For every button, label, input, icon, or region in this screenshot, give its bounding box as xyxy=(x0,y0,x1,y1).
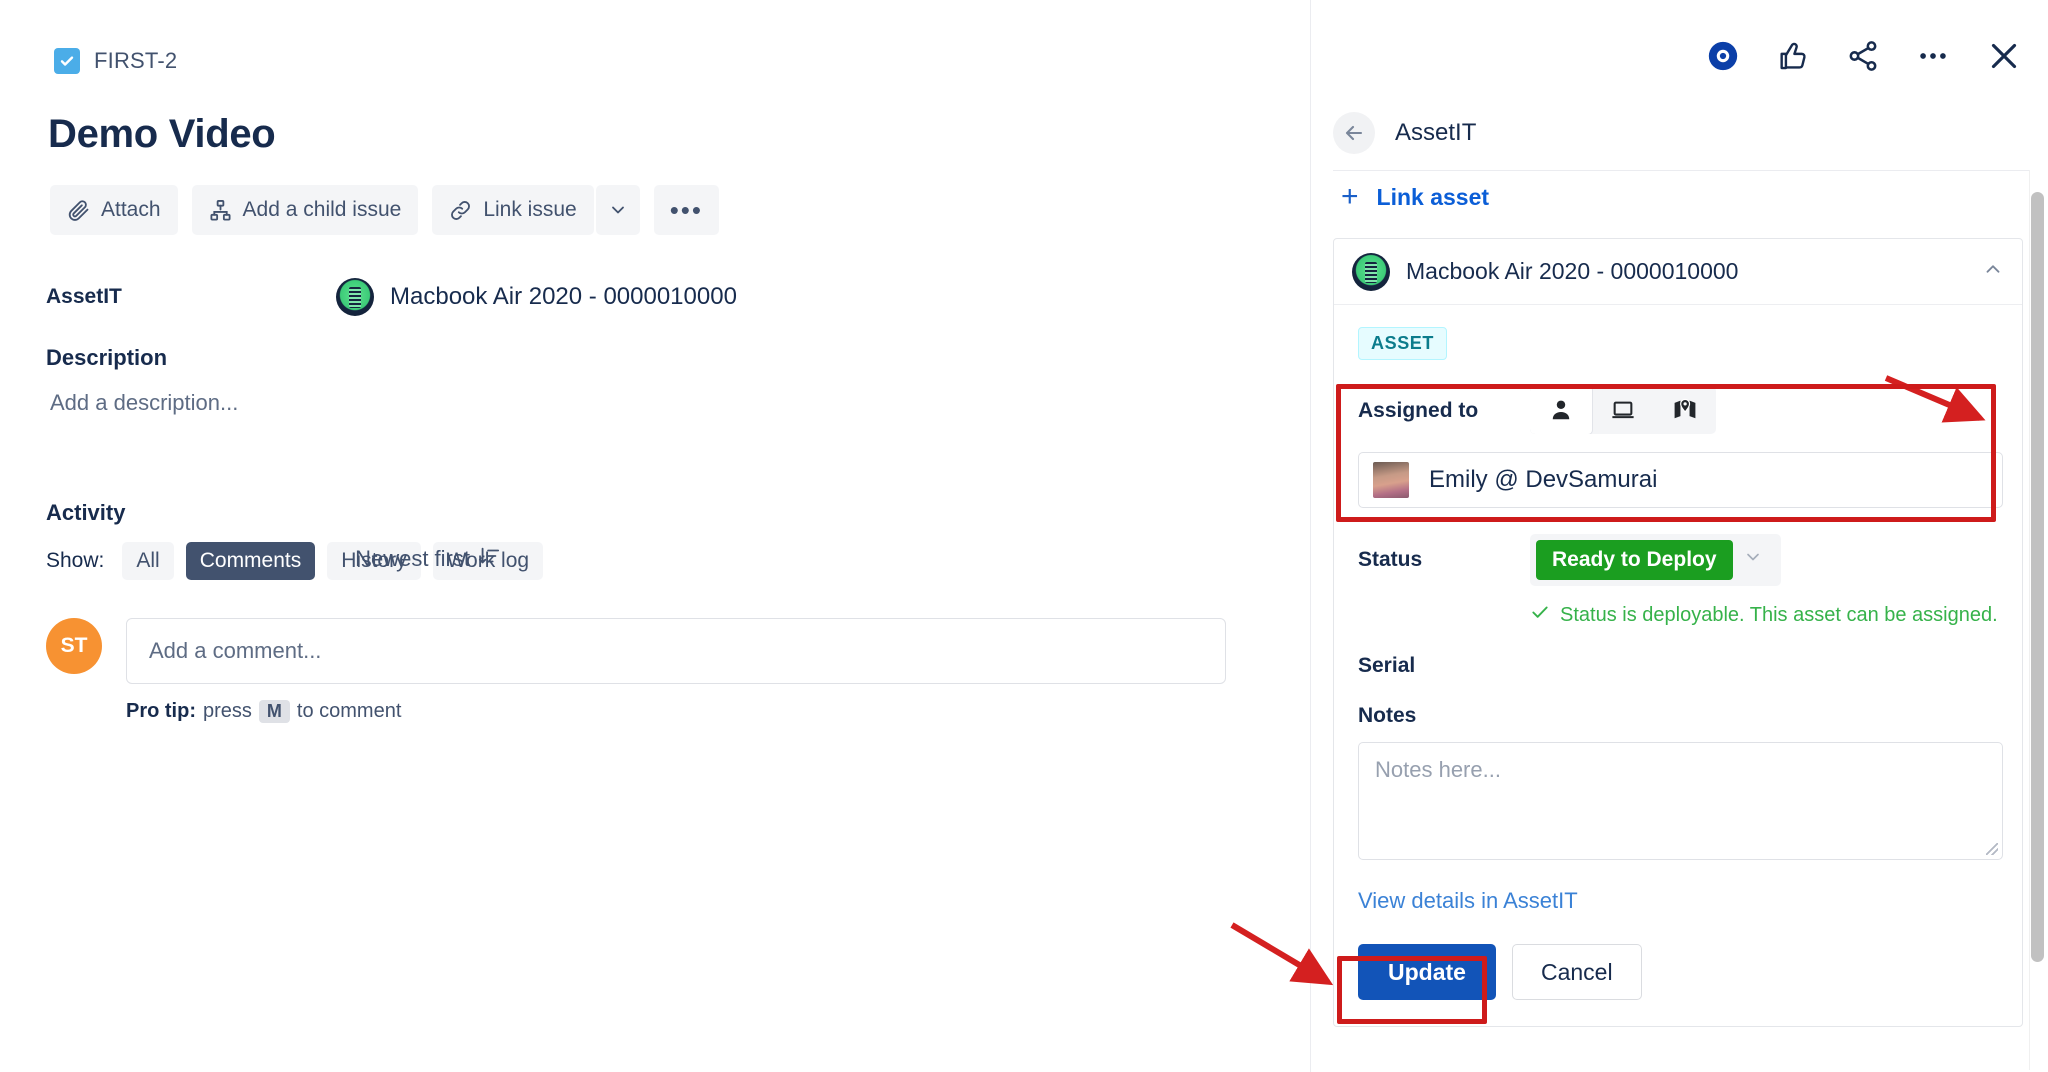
status-value: Ready to Deploy xyxy=(1536,540,1733,580)
red-box-assigned-to xyxy=(1336,384,1996,522)
more-options-icon[interactable] xyxy=(1916,39,1950,78)
add-child-issue-button[interactable]: Add a child issue xyxy=(191,185,419,235)
check-icon xyxy=(1530,602,1550,628)
chevron-down-icon[interactable] xyxy=(1743,547,1775,573)
assetit-value-text: Macbook Air 2020 - 0000010000 xyxy=(390,283,737,310)
status-badge: ASSET xyxy=(1358,327,1448,360)
paperclip-icon xyxy=(67,199,90,222)
status-section: Status Ready to Deploy xyxy=(1358,534,2000,586)
link-icon xyxy=(449,199,472,222)
pro-tip-suffix: to comment xyxy=(296,700,402,722)
status-hint: Status is deployable. This asset can be … xyxy=(1530,602,2000,628)
assetit-field-value[interactable]: Macbook Air 2020 - 0000010000 xyxy=(336,278,737,316)
comment-input[interactable]: Add a comment... xyxy=(126,618,1226,684)
asset-card-header[interactable]: Macbook Air 2020 - 0000010000 xyxy=(1334,239,2022,305)
activity-heading: Activity xyxy=(46,500,126,525)
link-issue-button[interactable]: Link issue xyxy=(432,185,594,235)
breadcrumb[interactable]: FIRST-2 xyxy=(54,48,177,74)
asset-card-title: Macbook Air 2020 - 0000010000 xyxy=(1406,258,1739,284)
description-label: Description xyxy=(46,345,168,370)
plus-icon: + xyxy=(1341,180,1359,213)
child-issue-icon xyxy=(209,199,232,222)
status-label: Status xyxy=(1358,548,1423,571)
view-details-link[interactable]: View details in AssetIT xyxy=(1358,888,2000,914)
sort-order-label: Newest first xyxy=(355,546,470,571)
page-title: Demo Video xyxy=(48,112,276,156)
panel-header: AssetIT xyxy=(1333,112,1476,154)
add-child-issue-label: Add a child issue xyxy=(242,198,402,221)
sort-descending-icon xyxy=(478,545,500,573)
panel-divider xyxy=(1333,170,2029,171)
red-box-update-button xyxy=(1337,956,1487,1024)
serial-label: Serial xyxy=(1358,654,1416,677)
filter-comments[interactable]: Comments xyxy=(185,542,316,580)
asset-side-panel: AssetIT + Link asset Macbook Air 2020 - … xyxy=(1310,0,2048,1072)
issue-key[interactable]: FIRST-2 xyxy=(94,48,177,74)
panel-scrollbar-thumb[interactable] xyxy=(2031,192,2044,962)
watch-eye-icon[interactable] xyxy=(1706,39,1740,78)
cancel-button[interactable]: Cancel xyxy=(1511,944,1642,1000)
description-input[interactable]: Add a description... xyxy=(50,390,238,416)
issue-detail-pane: FIRST-2 Demo Video Attach Add a child is… xyxy=(0,0,1310,1072)
status-select[interactable]: Ready to Deploy xyxy=(1530,534,1781,586)
close-icon[interactable] xyxy=(1986,38,2022,79)
asset-avatar-icon xyxy=(1352,252,1390,291)
show-label: Show: xyxy=(46,549,105,572)
link-issue-label: Link issue xyxy=(483,198,577,221)
share-icon[interactable] xyxy=(1846,39,1880,78)
link-issue-split-button: Link issue xyxy=(432,185,640,235)
issue-action-toolbar: Attach Add a child issue Link issue ••• xyxy=(50,185,720,235)
attach-button[interactable]: Attach xyxy=(50,185,178,235)
chevron-up-icon[interactable] xyxy=(1982,258,2004,285)
pro-tip-mid: press xyxy=(203,700,252,722)
panel-top-icon-bar xyxy=(1706,38,2022,79)
task-check-icon xyxy=(54,48,80,74)
link-asset-label: Link asset xyxy=(1376,183,1490,210)
pro-tip-key: M xyxy=(258,700,290,723)
back-arrow-icon[interactable] xyxy=(1333,112,1375,154)
link-asset-button[interactable]: + Link asset xyxy=(1341,182,1489,212)
thumbs-up-icon[interactable] xyxy=(1776,39,1810,78)
more-actions-icon[interactable]: ••• xyxy=(653,185,720,235)
assetit-field-label: AssetIT xyxy=(46,285,122,308)
attach-button-label: Attach xyxy=(101,198,161,221)
chevron-down-icon[interactable] xyxy=(595,185,640,235)
assetit-field-row: AssetIT Macbook Air 2020 - 0000010000 xyxy=(46,278,1146,316)
panel-title: AssetIT xyxy=(1395,119,1477,146)
asset-card: Macbook Air 2020 - 0000010000 ASSET Assi… xyxy=(1333,238,2023,1027)
filter-all[interactable]: All xyxy=(122,542,174,580)
notes-label: Notes xyxy=(1358,704,1417,727)
avatar: ST xyxy=(46,618,102,674)
notes-input[interactable]: Notes here... xyxy=(1358,742,2003,860)
asset-avatar-icon xyxy=(336,278,374,316)
sort-order-toggle[interactable]: Newest first xyxy=(355,545,500,573)
pro-tip-prefix: Pro tip: xyxy=(126,700,196,722)
status-hint-text: Status is deployable. This asset can be … xyxy=(1560,603,1998,626)
pro-tip-hint: Pro tip: press M to comment xyxy=(126,700,401,723)
app-screenshot: FIRST-2 Demo Video Attach Add a child is… xyxy=(0,0,2048,1072)
add-comment-row: ST Add a comment... xyxy=(46,618,1226,684)
